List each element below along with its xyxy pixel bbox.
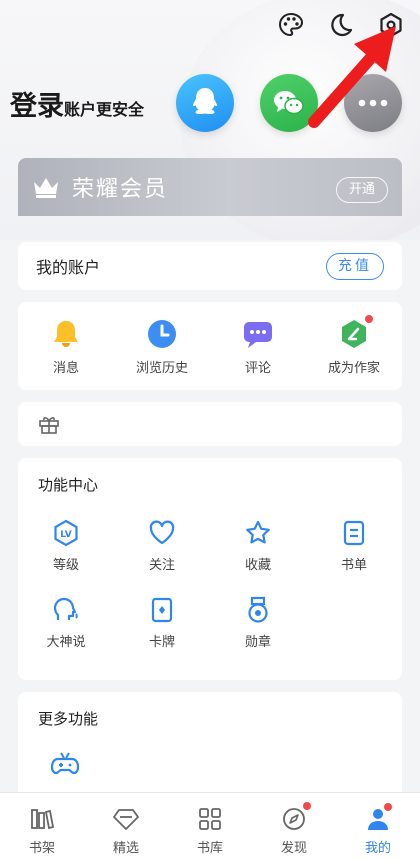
section-title: 更多功能 — [38, 710, 99, 728]
function-item-follow[interactable]: 关注 — [114, 518, 210, 573]
diamond-icon — [112, 805, 140, 833]
bottom-tab-bar: 书架 精选 书库 发现 我的 — [0, 792, 420, 860]
function-item-label: 卡牌 — [148, 635, 175, 650]
quick-item-become-writer[interactable]: 成为作家 — [309, 314, 399, 376]
pen-icon — [337, 314, 373, 351]
quick-item-label: 消息 — [52, 360, 79, 376]
function-item-cards[interactable]: 卡牌 — [114, 595, 210, 650]
more-functions: 更多功能 — [18, 692, 402, 802]
function-item-level[interactable]: LV 等级 — [18, 518, 114, 573]
vip-card[interactable]: 荣耀会员 开通 — [18, 158, 402, 216]
login-title[interactable]: 登录账户更安全 — [10, 84, 144, 123]
vip-open-button[interactable]: 开通 — [335, 177, 388, 203]
bookshelf-icon — [28, 805, 56, 833]
gift-placeholder — [78, 409, 298, 439]
crown-icon — [34, 178, 58, 198]
medal-icon — [243, 595, 273, 625]
booklist-icon — [339, 518, 369, 548]
comment-icon — [241, 317, 275, 351]
clock-icon — [145, 317, 179, 351]
function-item-medals[interactable]: 勋章 — [210, 595, 306, 650]
notification-dot — [384, 803, 392, 811]
function-item-great-god-says[interactable]: 大神说 — [18, 595, 114, 650]
function-item-favorites[interactable]: 收藏 — [210, 518, 306, 573]
login-title-big: 登录 — [10, 91, 64, 122]
quick-item-comments[interactable]: 评论 — [213, 317, 303, 376]
tab-mine[interactable]: 我的 — [336, 803, 420, 856]
function-item-label: 收藏 — [244, 558, 271, 573]
heart-icon — [147, 518, 177, 548]
quick-item-label: 成为作家 — [327, 360, 380, 376]
function-item-label: 等级 — [52, 558, 79, 573]
tab-label: 发现 — [280, 841, 307, 856]
vip-title: 荣耀会员 — [72, 177, 169, 202]
compass-icon — [280, 802, 311, 833]
function-item-booklist[interactable]: 书单 — [306, 518, 402, 573]
tab-featured[interactable]: 精选 — [84, 805, 168, 856]
quick-actions: 消息 浏览历史 评论 成为作家 — [18, 302, 402, 390]
tab-library[interactable]: 书库 — [168, 805, 252, 856]
bell-icon — [49, 317, 83, 351]
function-center: 功能中心 LV 等级 关注 收藏 书单 大神说 卡牌 勋章 — [18, 458, 402, 680]
tab-bookshelf[interactable]: 书架 — [0, 805, 84, 856]
quick-item-label: 浏览历史 — [135, 360, 188, 376]
tab-label: 我的 — [364, 841, 391, 856]
function-item-label: 大神说 — [46, 635, 86, 650]
gamepad-icon[interactable] — [50, 750, 80, 780]
account-label: 我的账户 — [36, 258, 101, 277]
card-icon — [147, 595, 177, 625]
quick-item-label: 评论 — [244, 360, 271, 376]
profile-page: 登录账户更安全 荣耀会员 开通 我的账户 充值 消息 浏览历史 评论 成为作家 … — [0, 0, 420, 860]
speaker-head-icon — [51, 595, 81, 625]
tab-label: 书架 — [28, 841, 55, 856]
function-item-label: 勋章 — [244, 635, 271, 650]
quick-item-messages[interactable]: 消息 — [21, 317, 111, 376]
grid-icon — [196, 805, 224, 833]
qq-login-button[interactable] — [176, 74, 234, 132]
gift-banner[interactable] — [18, 402, 402, 446]
svg-text:LV: LV — [60, 530, 71, 540]
gift-icon — [39, 417, 59, 434]
level-icon: LV — [51, 518, 81, 548]
quick-item-history[interactable]: 浏览历史 — [117, 317, 207, 376]
notification-dot — [303, 802, 311, 810]
tab-label: 书库 — [196, 841, 223, 856]
qq-icon — [193, 88, 217, 115]
account-card[interactable]: 我的账户 充值 — [18, 242, 402, 290]
tab-discover[interactable]: 发现 — [252, 802, 336, 856]
section-title: 功能中心 — [38, 476, 99, 494]
red-annotation-arrow — [308, 26, 396, 128]
tab-label: 精选 — [112, 841, 139, 856]
notification-dot — [365, 314, 373, 323]
star-icon — [243, 518, 273, 548]
function-item-label: 书单 — [340, 558, 367, 573]
function-grid: LV 等级 关注 收藏 书单 大神说 卡牌 勋章 — [18, 518, 402, 650]
login-title-small: 账户更安全 — [64, 100, 145, 119]
recharge-button[interactable]: 充值 — [326, 253, 384, 280]
function-item-label: 关注 — [148, 558, 175, 573]
person-icon — [364, 803, 392, 833]
